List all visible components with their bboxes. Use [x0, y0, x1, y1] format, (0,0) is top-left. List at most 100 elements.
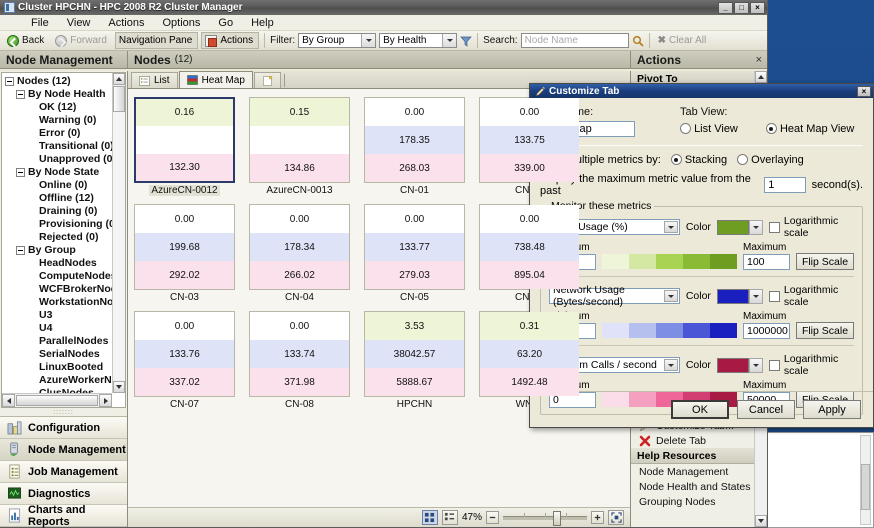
heat-map-cell[interactable]: 0.00133.75339.00CN-02 — [479, 97, 580, 196]
scroll-down-button[interactable] — [113, 381, 125, 393]
heat-map-cell[interactable]: 0.3163.201492.48WN01 — [479, 311, 580, 410]
flip-scale-button[interactable]: Flip Scale — [796, 322, 854, 339]
list-view-radio[interactable]: List View — [680, 123, 738, 135]
collapse-icon[interactable] — [16, 246, 25, 255]
tree-item[interactable]: Draining (0) — [2, 205, 112, 218]
chevron-down-icon[interactable] — [663, 221, 678, 233]
tree-item[interactable]: ParallelNodes — [2, 335, 112, 348]
tree-item[interactable]: AzureWorkerNode — [2, 374, 112, 387]
tree-item[interactable]: HeadNodes — [2, 257, 112, 270]
tree-item[interactable]: WorkstationNodes — [2, 296, 112, 309]
tree-item[interactable]: SerialNodes — [2, 348, 112, 361]
filter-health-select[interactable]: By Health — [379, 33, 458, 48]
scrollbar-thumb[interactable] — [113, 86, 125, 112]
scroll-right-button[interactable] — [99, 394, 112, 407]
scroll-left-button[interactable] — [2, 394, 15, 407]
stacking-radio[interactable]: Stacking — [670, 154, 727, 166]
tab-list[interactable]: List — [131, 72, 178, 88]
filter-icon[interactable] — [460, 35, 472, 47]
tree-item[interactable]: WCFBrokerNodes — [2, 283, 112, 296]
heat-map-cell-box[interactable]: 0.00 133.77 279.03 — [364, 204, 465, 290]
close-button[interactable]: × — [750, 1, 765, 14]
heat-map-cell[interactable]: 0.00 133.74 371.98 CN-08 — [249, 311, 350, 410]
scrollbar-thumb[interactable] — [16, 395, 98, 406]
heat-map-cell[interactable]: 0.00 133.77 279.03 CN-05 — [364, 204, 465, 303]
maximize-button[interactable]: □ — [734, 1, 749, 14]
zoom-slider-thumb[interactable] — [553, 510, 561, 526]
heat-map-cell-box[interactable]: 0.00 738.48 895.04 — [479, 204, 580, 290]
heat-map-cell[interactable]: 0.00 178.35 268.03 CN-01 — [364, 97, 465, 196]
grid-view-icon[interactable] — [421, 510, 438, 525]
node-tree[interactable]: Nodes (12) By Node Health OK (12) Warning (… — [1, 72, 126, 408]
metric-select[interactable]: Network Usage (Bytes/second) — [549, 284, 680, 308]
maximum-input[interactable]: 1000000 — [743, 323, 790, 339]
menu-item-go[interactable]: Go — [209, 16, 242, 30]
heat-map-cell-box[interactable]: 0.00 133.75 339.00 — [479, 97, 580, 183]
tree-item[interactable]: Warning (0) — [2, 114, 112, 127]
nav-button-diagnostics[interactable]: Diagnostics — [0, 483, 127, 505]
cancel-button[interactable]: Cancel — [737, 400, 795, 419]
chevron-down-icon[interactable] — [663, 359, 678, 371]
compact-view-icon[interactable] — [441, 510, 458, 525]
metric-color-swatch[interactable] — [716, 357, 749, 373]
nav-button-job-management[interactable]: Job Management — [0, 461, 127, 483]
actions-group-header[interactable]: Help Resources — [631, 448, 767, 464]
tree-item[interactable]: OK (12) — [2, 101, 112, 114]
tree-item[interactable]: By Group — [2, 244, 112, 257]
chevron-down-icon[interactable] — [442, 34, 457, 47]
flip-scale-button[interactable]: Flip Scale — [796, 253, 854, 270]
heat-map-cell[interactable]: 0.00 178.34 266.02 CN-04 — [249, 204, 350, 303]
logarithmic-scale-checkbox[interactable]: Logarithmic scale — [768, 353, 854, 377]
help-link[interactable]: Grouping Nodes — [631, 494, 767, 509]
zoom-slider[interactable] — [503, 510, 587, 526]
menu-item-actions[interactable]: Actions — [99, 16, 153, 30]
heat-map-cell-box[interactable]: 0.00 133.76 337.02 — [134, 311, 235, 397]
clear-all-button[interactable]: ✖ Clear All — [655, 32, 712, 49]
forward-button[interactable]: Forward — [52, 32, 112, 49]
tree-item[interactable]: Nodes (12) — [2, 75, 112, 88]
chevron-down-icon[interactable] — [748, 288, 763, 304]
collapse-icon[interactable] — [16, 90, 25, 99]
metric-color-swatch[interactable] — [716, 219, 749, 235]
heat-map-cell-box[interactable]: 0.00 178.35 268.03 — [364, 97, 465, 183]
menu-item-view[interactable]: View — [58, 16, 100, 30]
tree-item[interactable]: Unapproved (0) — [2, 153, 112, 166]
close-icon[interactable]: × — [756, 54, 762, 66]
tree-item[interactable]: Provisioning (0) — [2, 218, 112, 231]
tree-item[interactable]: LinuxBooted — [2, 361, 112, 374]
zoom-out-icon[interactable] — [486, 511, 499, 524]
apply-button[interactable]: Apply — [803, 400, 861, 419]
chevron-down-icon[interactable] — [663, 290, 678, 302]
help-link[interactable]: Node Health and States — [631, 479, 767, 494]
chevron-down-icon[interactable] — [361, 34, 376, 47]
metric-color-swatch[interactable] — [716, 288, 749, 304]
menu-item-help[interactable]: Help — [242, 16, 283, 30]
chevron-down-icon[interactable] — [748, 357, 763, 373]
heat-map-cell-box[interactable]: 0.00 178.34 266.02 — [249, 204, 350, 290]
tree-horizontal-scrollbar[interactable] — [2, 393, 112, 407]
tree-item[interactable]: Online (0) — [2, 179, 112, 192]
tab-heat-map[interactable]: Heat Map — [178, 71, 253, 88]
heat-map-cell[interactable]: 3.53 38042.57 5888.67 HPCHN — [364, 311, 465, 410]
tree-vertical-scrollbar[interactable] — [112, 73, 125, 393]
tree-item[interactable]: By Node State — [2, 166, 112, 179]
tree-item[interactable]: ComputeNodes — [2, 270, 112, 283]
tab-new[interactable] — [253, 72, 281, 88]
heat-map-cell-box[interactable]: 0.15 134.86 — [249, 97, 350, 183]
heat-map-cell[interactable]: 0.16 132.30 AzureCN-0012 — [134, 97, 235, 196]
chevron-down-icon[interactable] — [748, 219, 763, 235]
search-input[interactable]: Node Name — [520, 33, 629, 48]
tree-item[interactable]: Offline (12) — [2, 192, 112, 205]
tree-item[interactable]: Error (0) — [2, 127, 112, 140]
scroll-track[interactable] — [113, 86, 125, 380]
scroll-down-button[interactable] — [755, 515, 767, 527]
heat-map-cell-box[interactable]: 0.00 199.68 292.02 — [134, 204, 235, 290]
scroll-up-button[interactable] — [113, 73, 125, 85]
tree-item[interactable]: U4 — [2, 322, 112, 335]
scrollbar-thumb[interactable] — [861, 464, 870, 510]
heat-map-cell[interactable]: 0.00 199.68 292.02 CN-03 — [134, 204, 235, 303]
tree-item[interactable]: Rejected (0) — [2, 231, 112, 244]
collapse-icon[interactable] — [16, 168, 25, 177]
nav-button-node-management[interactable]: Node Management — [0, 439, 127, 461]
dialog-close-button[interactable]: × — [857, 85, 871, 97]
